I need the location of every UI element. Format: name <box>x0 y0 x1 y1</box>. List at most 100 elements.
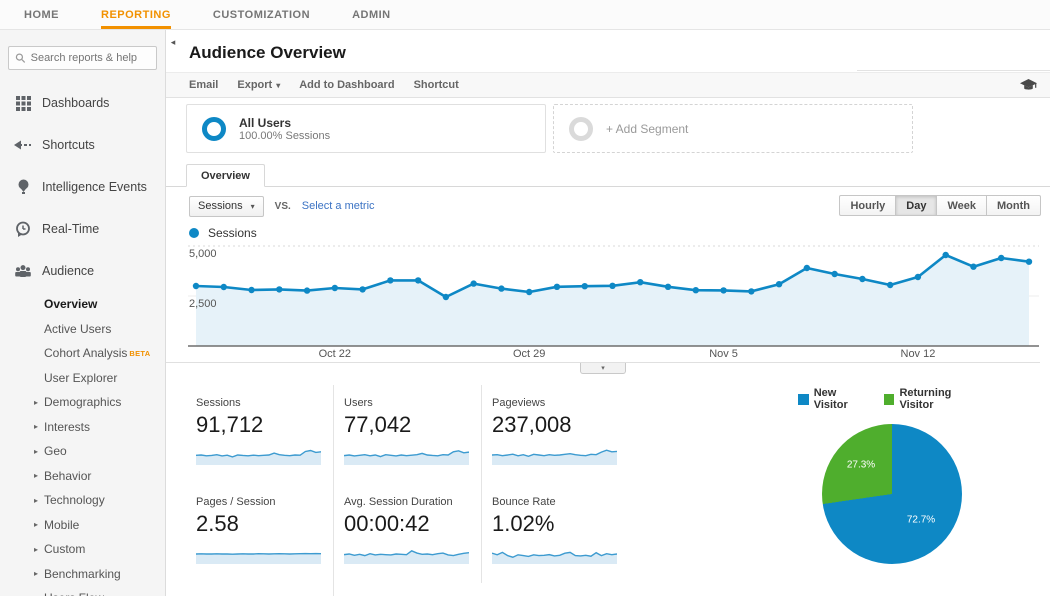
metric-label: Pages / Session <box>196 496 276 508</box>
education-graduation-cap-icon[interactable] <box>1020 79 1037 92</box>
legend-label: Returning Visitor <box>899 387 952 411</box>
sidebar-item-label: Audience <box>42 264 95 278</box>
metric-sparkline <box>343 549 470 564</box>
sidebar-item-intelligence-events[interactable]: Intelligence Events <box>0 166 165 208</box>
metric-label: Avg. Session Duration <box>344 496 453 508</box>
sidebar-item-behavior[interactable]: ▸ Behavior <box>0 464 165 489</box>
metrics-summary-section: Sessions 91,712 Users 77,042 Pageviews 237,00… <box>166 385 1050 596</box>
chart-data-point <box>442 293 450 301</box>
sidebar-item-active-users[interactable]: Active Users <box>0 317 165 342</box>
sidebar-item-users-flow[interactable]: Users Flow <box>0 586 165 596</box>
segment-donut-icon <box>202 116 226 141</box>
sidebar-item-geo[interactable]: ▸ Geo <box>0 439 165 464</box>
x-axis-tick-label: Nov 12 <box>901 348 936 360</box>
nav-tab-home[interactable]: HOME <box>24 0 59 29</box>
shortcuts-icon <box>13 139 33 151</box>
sidebar-audience-subnav: Overview Active Users Cohort Analysis BETA U… <box>0 292 165 596</box>
search-box[interactable] <box>8 46 157 70</box>
sidebar-item-dashboards[interactable]: Dashboards <box>0 82 165 124</box>
chart-data-point <box>331 284 339 292</box>
chart-data-point <box>387 277 394 284</box>
sidebar-item-shortcuts[interactable]: Shortcuts <box>0 124 165 166</box>
beta-badge: BETA <box>129 348 151 358</box>
metric-card-new-sessions: % New Sessions72.67% <box>186 583 333 596</box>
realtime-icon <box>13 221 33 237</box>
chart-data-point <box>553 283 561 290</box>
segment-detail: 100.00% Sessions <box>239 129 331 142</box>
sidebar-item-label: Shortcuts <box>42 138 95 152</box>
sidebar-item-cohort-analysis[interactable]: Cohort Analysis BETA <box>0 341 165 366</box>
granularity-toggle: Hourly Day Week Month <box>839 195 1041 216</box>
y-axis-tick-label: 2,500 <box>189 298 217 310</box>
granularity-day-button[interactable]: Day <box>896 195 938 216</box>
granularity-month-button[interactable]: Month <box>987 195 1041 216</box>
sidebar-item-custom[interactable]: ▸ Custom <box>0 537 165 562</box>
dashboards-icon <box>13 95 33 111</box>
metric-value: 237,008 <box>492 412 572 437</box>
y-axis-tick-label: 5,000 <box>189 248 217 260</box>
chart-area-fill <box>196 255 1029 346</box>
expand-arrow-icon: ▸ <box>34 446 39 456</box>
nav-tab-reporting[interactable]: REPORTING <box>101 0 171 29</box>
metric-value: 2.58 <box>196 511 239 536</box>
add-segment-card[interactable]: + Add Segment <box>553 104 913 153</box>
expand-arrow-icon: ▸ <box>34 397 39 407</box>
chart-data-point <box>803 264 811 272</box>
report-action-bar: Email Export ▾ Add to Dashboard Shortcut <box>166 72 1050 98</box>
metric-sparkline <box>343 450 470 465</box>
legend-swatch-icon <box>798 393 809 405</box>
sidebar-nav: Dashboards Shortcuts Intelligence Events Re… <box>0 82 165 292</box>
chart-data-point <box>970 263 977 270</box>
sidebar-collapse-icon[interactable]: ◂ <box>166 33 180 51</box>
chart-data-point <box>609 282 616 289</box>
action-add-to-dashboard[interactable]: Add to Dashboard <box>299 79 394 91</box>
sidebar-item-interests[interactable]: ▸ Interests <box>0 415 165 440</box>
chart-data-point <box>276 286 283 293</box>
sidebar-item-label: User Explorer <box>44 370 118 385</box>
nav-tab-customization[interactable]: CUSTOMIZATION <box>213 0 310 29</box>
pie-legend-item-returning-visitor: Returning Visitor <box>883 387 986 411</box>
sidebar-item-label: Technology <box>44 493 105 508</box>
chevron-down-icon: ▾ <box>276 80 281 90</box>
sidebar-item-benchmarking[interactable]: ▸ Benchmarking <box>0 562 165 587</box>
chart-data-point <box>526 288 533 296</box>
sidebar-item-label: Intelligence Events <box>42 180 147 194</box>
metric-selector-dropdown[interactable]: Sessions ▾ <box>189 195 264 217</box>
sidebar-item-demographics[interactable]: ▸ Demographics <box>0 390 165 415</box>
sidebar-item-technology[interactable]: ▸ Technology <box>0 488 165 513</box>
sidebar-item-label: Mobile <box>44 517 80 532</box>
nav-tab-admin[interactable]: ADMIN <box>352 0 391 29</box>
metric-label: Users <box>344 397 373 409</box>
sidebar-item-mobile[interactable]: ▸ Mobile <box>0 513 165 538</box>
all-users-segment-card[interactable]: All Users 100.00% Sessions <box>186 104 546 153</box>
pie-slice-label-new-visitor: 72.7% <box>906 514 936 526</box>
sidebar-item-real-time[interactable]: Real-Time <box>0 208 165 250</box>
chart-data-point <box>775 281 783 288</box>
annotations-expander-button[interactable]: ▾ <box>580 363 626 374</box>
sidebar-item-overview[interactable]: Overview <box>0 292 165 317</box>
expand-arrow-icon: ▸ <box>34 422 39 432</box>
action-email[interactable]: Email <box>189 79 218 91</box>
legend-label: New Visitor <box>813 387 848 411</box>
chart-data-point <box>942 251 949 259</box>
legend-swatch-icon <box>883 393 895 405</box>
x-axis-tick-label: Oct 22 <box>319 348 351 360</box>
sidebar-item-label: Behavior <box>44 468 92 483</box>
chart-series-legend: Sessions <box>189 226 1050 240</box>
metric-label: Pageviews <box>492 397 546 409</box>
action-export[interactable]: Export ▾ <box>237 79 280 91</box>
expand-arrow-icon: ▸ <box>34 544 39 554</box>
tab-overview[interactable]: Overview <box>186 164 265 187</box>
action-shortcut[interactable]: Shortcut <box>414 79 459 91</box>
sessions-legend-dot-icon <box>189 228 199 238</box>
sidebar-item-label: Demographics <box>44 395 122 410</box>
sidebar-item-user-explorer[interactable]: User Explorer <box>0 366 165 391</box>
granularity-hourly-button[interactable]: Hourly <box>839 195 897 216</box>
vs-label: vs. <box>274 200 291 212</box>
chart-data-point <box>303 287 311 294</box>
sidebar-item-audience[interactable]: Audience <box>0 250 165 292</box>
select-a-metric-link[interactable]: Select a metric <box>302 200 375 212</box>
header-divider <box>857 70 1050 71</box>
granularity-week-button[interactable]: Week <box>937 195 988 216</box>
search-input[interactable] <box>30 52 150 64</box>
